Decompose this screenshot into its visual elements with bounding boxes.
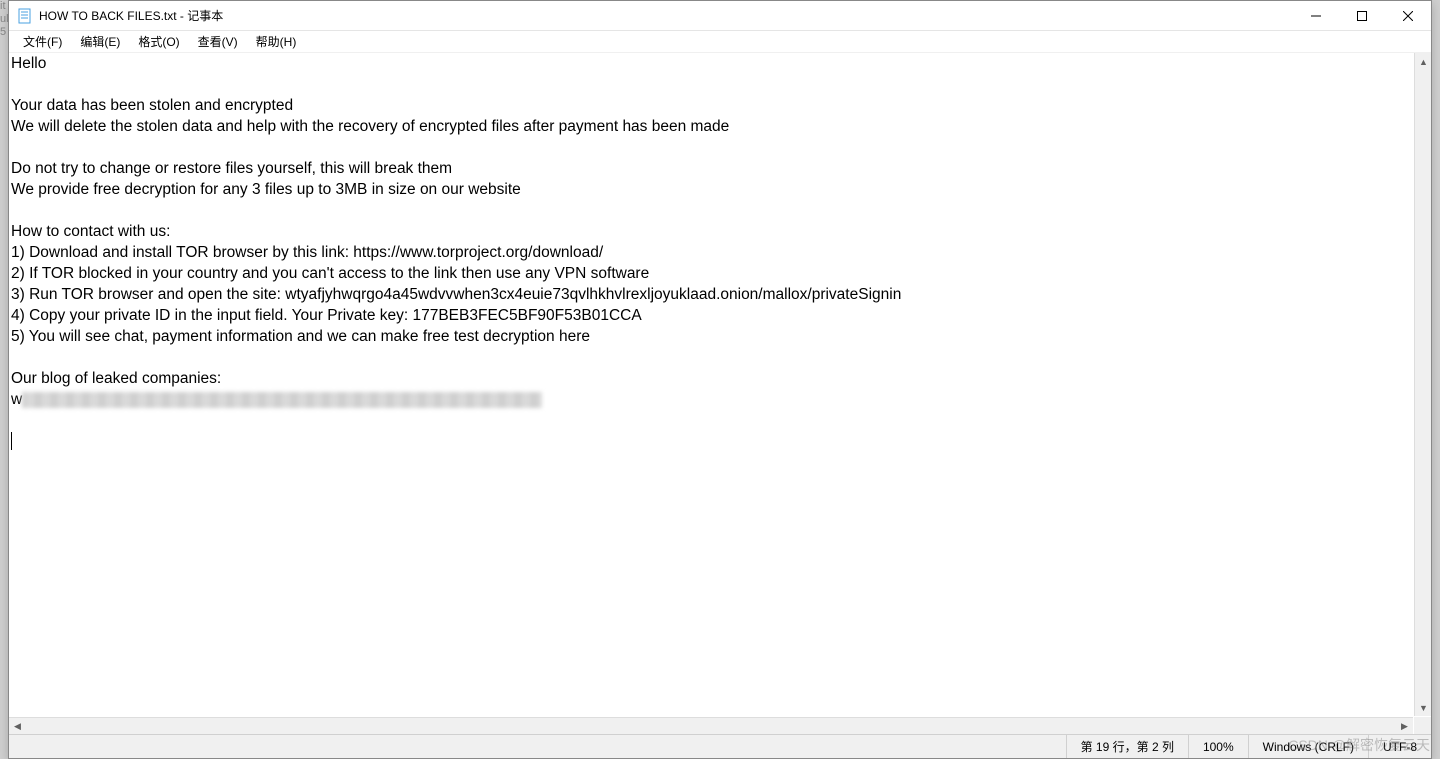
text-cursor — [11, 432, 12, 450]
menu-file[interactable]: 文件(F) — [15, 31, 70, 52]
window-controls — [1293, 1, 1431, 30]
editor-area: Hello Your data has been stolen and encr… — [9, 53, 1431, 734]
notepad-icon — [17, 8, 33, 24]
menu-format[interactable]: 格式(O) — [130, 31, 187, 52]
window-title: HOW TO BACK FILES.txt - 记事本 — [39, 7, 223, 24]
statusbar: 第 19 行，第 2 列 100% Windows (CRLF) UTF-8 — [9, 734, 1431, 758]
menu-view[interactable]: 查看(V) — [190, 31, 246, 52]
menu-edit[interactable]: 编辑(E) — [72, 31, 128, 52]
scroll-down-arrow-icon[interactable]: ▼ — [1415, 699, 1431, 716]
menu-help[interactable]: 帮助(H) — [248, 31, 305, 52]
minimize-button[interactable] — [1293, 1, 1339, 31]
horizontal-scrollbar[interactable]: ◀ ▶ — [9, 717, 1413, 734]
status-encoding: UTF-8 — [1368, 735, 1431, 758]
close-button[interactable] — [1385, 1, 1431, 31]
titlebar[interactable]: HOW TO BACK FILES.txt - 记事本 — [9, 1, 1431, 31]
redacted-text — [22, 392, 542, 408]
maximize-button[interactable] — [1339, 1, 1385, 31]
scroll-left-arrow-icon[interactable]: ◀ — [9, 718, 26, 734]
text-content[interactable]: Hello Your data has been stolen and encr… — [9, 53, 1413, 716]
status-position: 第 19 行，第 2 列 — [1066, 735, 1188, 758]
notepad-window: HOW TO BACK FILES.txt - 记事本 文件(F) 编辑(E) … — [8, 0, 1432, 759]
status-zoom: 100% — [1188, 735, 1248, 758]
vertical-scrollbar[interactable]: ▲ ▼ — [1414, 53, 1431, 716]
status-line-ending: Windows (CRLF) — [1248, 735, 1368, 758]
scroll-up-arrow-icon[interactable]: ▲ — [1415, 53, 1431, 70]
scroll-right-arrow-icon[interactable]: ▶ — [1396, 718, 1413, 734]
scroll-corner — [1414, 717, 1431, 734]
menubar: 文件(F) 编辑(E) 格式(O) 查看(V) 帮助(H) — [9, 31, 1431, 53]
